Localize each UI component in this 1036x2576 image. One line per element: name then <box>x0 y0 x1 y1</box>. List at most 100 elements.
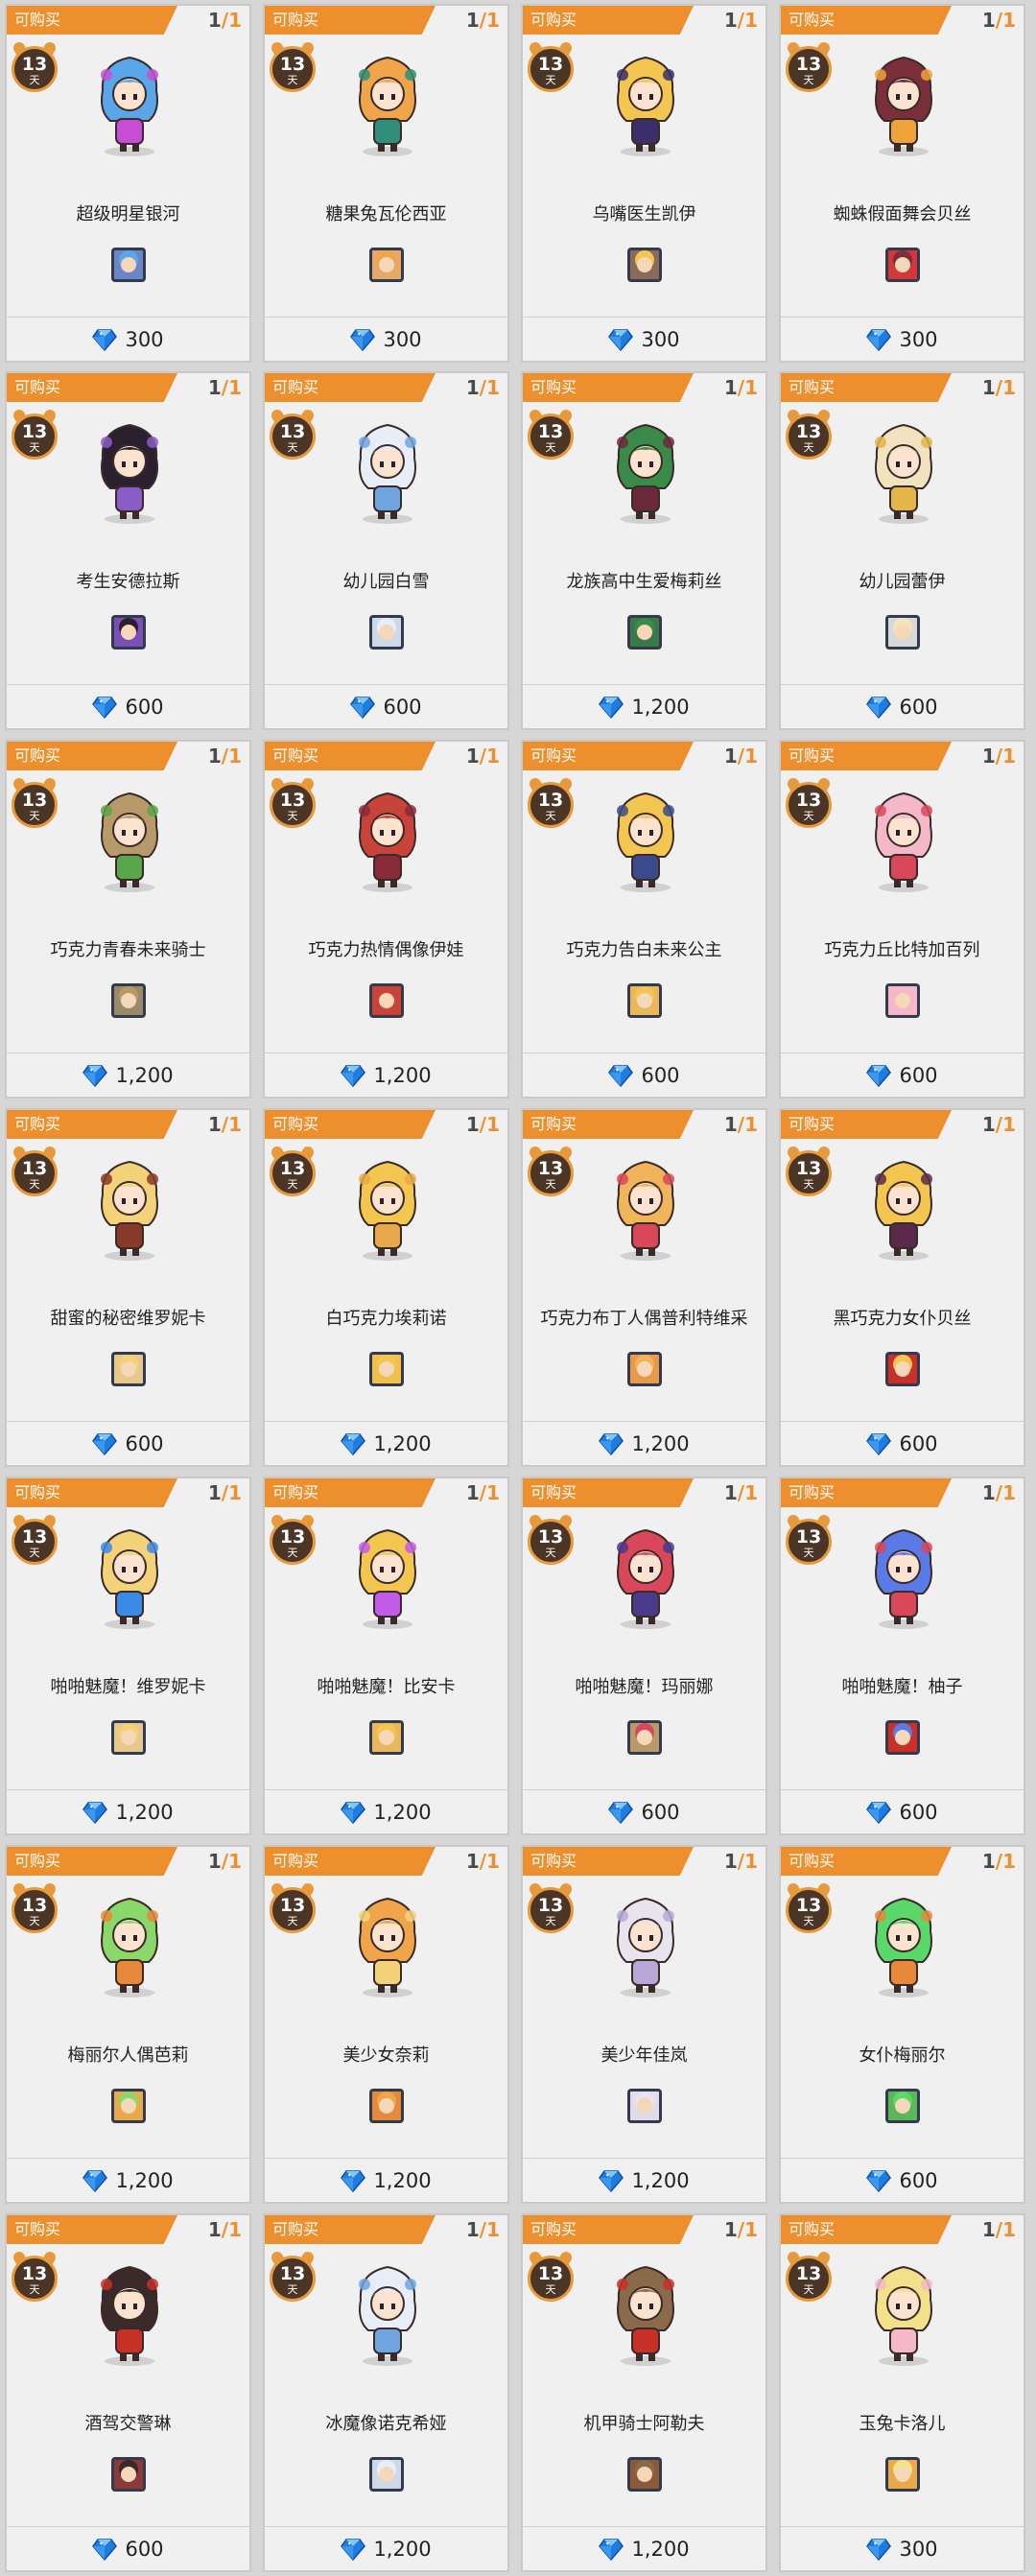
product-card[interactable]: 可购买 1/1 13 天 考生安德拉斯 600 <box>5 371 251 730</box>
product-card[interactable]: 可购买 1/1 13 天 甜蜜的秘密维罗妮卡 600 <box>5 1108 251 1467</box>
product-card[interactable]: 可购买 1/1 13 天 啪啪魅魔！玛丽娜 600 <box>521 1477 767 1835</box>
character-thumbnail <box>111 1352 146 1386</box>
item-name: 巧克力青春未来骑士 <box>50 940 206 960</box>
purchase-count: 1/1 <box>208 1851 242 1872</box>
alarm-clock-icon: 13 天 <box>11 2249 61 2305</box>
character-portrait <box>856 44 952 159</box>
purchase-count: 1/1 <box>466 745 500 767</box>
product-card[interactable]: 可购买 1/1 13 天 酒驾交警琳 600 <box>5 2213 251 2572</box>
purchase-count: 1/1 <box>466 2219 500 2240</box>
item-name: 美少年佳岚 <box>600 2045 688 2066</box>
product-card[interactable]: 可购买 1/1 13 天 蜘蛛假面舞会贝丝 300 <box>779 4 1025 363</box>
available-label: 可购买 <box>789 378 836 396</box>
count-current: 1 <box>207 1113 222 1136</box>
product-card[interactable]: 可购买 1/1 13 天 机甲骑士阿勒夫 1,200 <box>521 2213 767 2572</box>
product-card[interactable]: 可购买 1/1 13 天 啪啪魅魔！柚子 600 <box>779 1477 1025 1835</box>
diamond-icon <box>866 697 892 720</box>
count-slash: / <box>479 744 487 768</box>
count-max: 1 <box>486 2218 500 2241</box>
count-current: 1 <box>465 1113 480 1136</box>
alarm-clock-icon: 13 天 <box>269 1144 319 1200</box>
product-card[interactable]: 可购买 1/1 13 天 巧克力布丁人偶普利特维采 1,200 <box>521 1108 767 1467</box>
count-current: 1 <box>981 1850 996 1873</box>
days-remaining: 13 <box>537 790 564 811</box>
item-name: 美少女奈莉 <box>342 2045 430 2066</box>
price-amount: 1,200 <box>115 1064 174 1087</box>
price: 300 <box>523 327 765 354</box>
price: 1,200 <box>265 1063 507 1090</box>
diamond-icon <box>82 1802 108 1825</box>
product-card[interactable]: 可购买 1/1 13 天 白巧克力埃莉诺 1,200 <box>263 1108 509 1467</box>
character-thumbnail <box>111 2089 146 2123</box>
product-card[interactable]: 可购买 1/1 13 天 冰魔像诺克希娅 1,200 <box>263 2213 509 2572</box>
price-amount: 600 <box>899 696 938 719</box>
character-portrait <box>856 1148 952 1264</box>
price: 600 <box>523 1063 765 1090</box>
product-card[interactable]: 可购买 1/1 13 天 巧克力热情偶像伊娃 1,200 <box>263 740 509 1099</box>
product-card[interactable]: 可购买 1/1 13 天 美少女奈莉 1,200 <box>263 1845 509 2204</box>
character-thumbnail <box>111 983 146 1018</box>
character-thumbnail <box>369 983 404 1018</box>
days-unit: 天 <box>803 74 814 86</box>
character-portrait <box>340 1148 436 1264</box>
product-card[interactable]: 可购买 1/1 13 天 巧克力丘比特加百列 600 <box>779 740 1025 1099</box>
count-slash: / <box>221 9 229 32</box>
price: 600 <box>781 1431 1024 1458</box>
product-card[interactable]: 可购买 1/1 13 天 玉兔卡洛儿 300 <box>779 2213 1025 2572</box>
alarm-clock-icon: 13 天 <box>785 1880 836 1937</box>
days-unit: 天 <box>29 1915 40 1927</box>
days-unit: 天 <box>287 1915 298 1927</box>
product-card[interactable]: 可购买 1/1 13 天 梅丽尔人偶芭莉 1,200 <box>5 1845 251 2204</box>
count-max: 1 <box>228 1481 242 1504</box>
character-portrait <box>598 44 694 159</box>
character-portrait <box>82 1885 177 2000</box>
product-card[interactable]: 可购买 1/1 13 天 糖果兔瓦伦西亚 300 <box>263 4 509 363</box>
character-portrait <box>856 412 952 527</box>
count-current: 1 <box>981 9 996 32</box>
price-amount: 1,200 <box>373 2538 432 2561</box>
price-amount: 300 <box>641 328 680 351</box>
diamond-icon <box>341 1065 366 1088</box>
count-max: 1 <box>744 1113 758 1136</box>
count-slash: / <box>221 1113 229 1136</box>
available-label: 可购买 <box>530 378 577 396</box>
available-label: 可购买 <box>272 746 319 765</box>
product-card[interactable]: 可购买 1/1 13 天 乌嘴医生凯伊 300 <box>521 4 767 363</box>
alarm-clock-icon: 13 天 <box>11 1144 61 1200</box>
item-name: 幼儿园蕾伊 <box>859 572 946 592</box>
product-card[interactable]: 可购买 1/1 13 天 巧克力青春未来骑士 1,200 <box>5 740 251 1099</box>
character-portrait <box>340 1517 436 1632</box>
product-card[interactable]: 可购买 1/1 13 天 美少年佳岚 1,200 <box>521 1845 767 2204</box>
days-unit: 天 <box>29 1178 40 1191</box>
count-current: 1 <box>981 2218 996 2241</box>
count-current: 1 <box>465 2218 480 2241</box>
product-card[interactable]: 可购买 1/1 13 天 超级明星银河 300 <box>5 4 251 363</box>
days-remaining: 13 <box>795 1526 822 1548</box>
count-slash: / <box>995 1113 1003 1136</box>
days-unit: 天 <box>545 1178 556 1191</box>
diamond-icon <box>341 1433 366 1456</box>
days-remaining: 13 <box>537 1895 564 1916</box>
item-name: 龙族高中生爱梅莉丝 <box>566 572 722 592</box>
character-thumbnail <box>627 2089 662 2123</box>
product-card[interactable]: 可购买 1/1 13 天 幼儿园蕾伊 600 <box>779 371 1025 730</box>
product-card[interactable]: 可购买 1/1 13 天 黑巧克力女仆贝丝 600 <box>779 1108 1025 1467</box>
available-label: 可购买 <box>272 378 319 396</box>
price-amount: 1,200 <box>373 1064 432 1087</box>
product-card[interactable]: 可购买 1/1 13 天 女仆梅丽尔 600 <box>779 1845 1025 2204</box>
item-name: 啪啪魅魔！玛丽娜 <box>575 1677 714 1697</box>
product-card[interactable]: 可购买 1/1 13 天 啪啪魅魔！维罗妮卡 1,200 <box>5 1477 251 1835</box>
days-unit: 天 <box>287 1547 298 1559</box>
product-card[interactable]: 可购买 1/1 13 天 巧克力告白未来公主 600 <box>521 740 767 1099</box>
alarm-clock-icon: 13 天 <box>11 1880 61 1937</box>
days-unit: 天 <box>29 810 40 822</box>
product-card[interactable]: 可购买 1/1 13 天 龙族高中生爱梅莉丝 1,200 <box>521 371 767 730</box>
available-label: 可购买 <box>272 1483 319 1501</box>
item-name: 巧克力告白未来公主 <box>566 940 722 960</box>
divider <box>781 684 1024 685</box>
product-card[interactable]: 可购买 1/1 13 天 幼儿园白雪 600 <box>263 371 509 730</box>
days-unit: 天 <box>803 1178 814 1191</box>
days-unit: 天 <box>287 74 298 86</box>
product-card[interactable]: 可购买 1/1 13 天 啪啪魅魔！比安卡 1,200 <box>263 1477 509 1835</box>
available-label: 可购买 <box>272 2220 319 2238</box>
